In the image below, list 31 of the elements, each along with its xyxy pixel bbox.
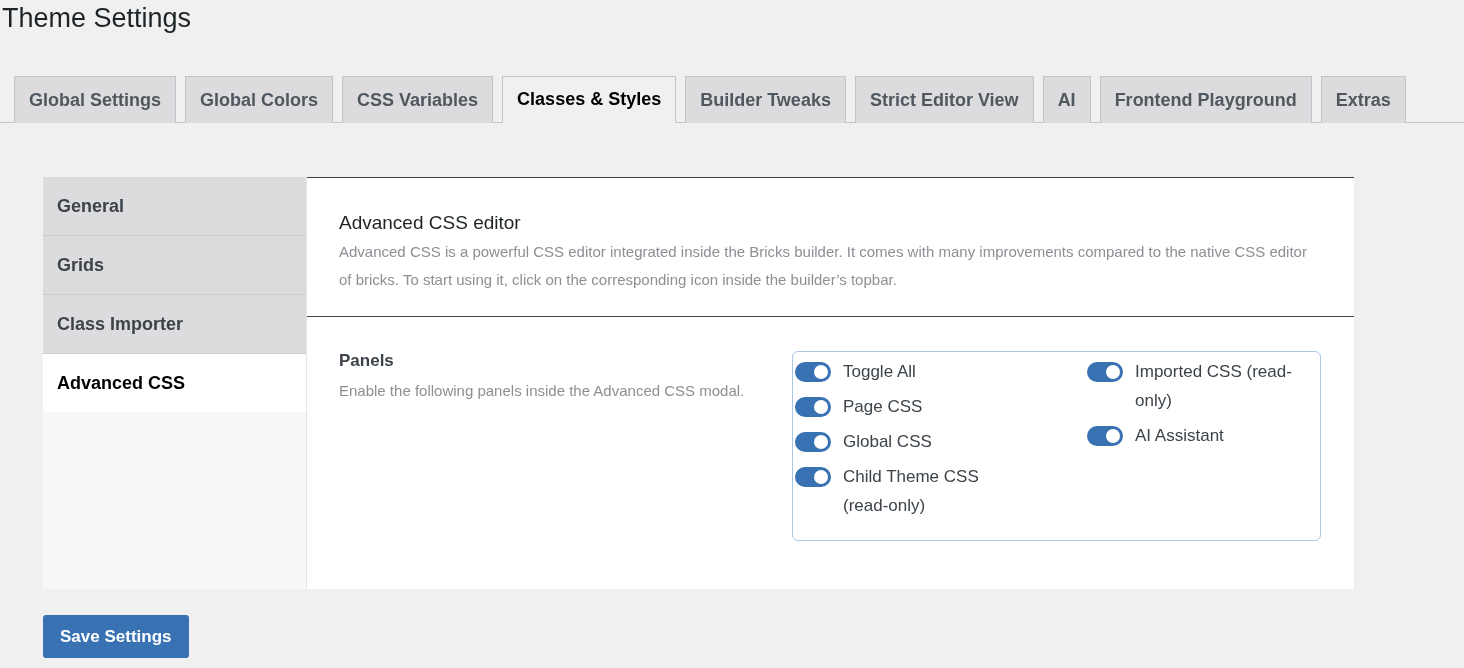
save-settings-button[interactable]: Save Settings <box>43 615 189 658</box>
sidebar-item[interactable]: General <box>43 177 306 236</box>
toggle-label: Global CSS <box>843 431 933 453</box>
sidebar-item[interactable]: Class Importer <box>43 295 306 354</box>
toggle-label: AI Assistant <box>1135 425 1225 447</box>
toggle-label: Toggle All <box>843 361 917 383</box>
panels-label: Panels <box>339 351 395 371</box>
toggle-switch[interactable] <box>1087 362 1123 382</box>
section-heading: Advanced CSS editor <box>339 212 522 234</box>
tab[interactable]: Strict Editor View <box>854 76 1034 123</box>
tab[interactable]: Global Colors <box>185 76 334 123</box>
toggle-label: Imported CSS (read-only) <box>1135 361 1293 412</box>
tab[interactable]: CSS Variables <box>342 76 494 123</box>
tab[interactable]: AI <box>1042 76 1091 123</box>
panels-description: Enable the following panels inside the Advanced CSS modal. <box>339 381 746 401</box>
section-description: Advanced CSS is a powerful CSS editor integrated inside the Bricks builder. It comes with many improvements compared to the native CSS editor of bricks. To start using it, click on the corresponding icon inside the builder’s topbar. <box>339 242 1308 290</box>
toggle-label: Page CSS <box>843 396 924 418</box>
toggle-switch[interactable] <box>795 362 831 382</box>
tab[interactable]: Extras <box>1320 76 1406 123</box>
tab[interactable]: Frontend Playground <box>1099 76 1312 123</box>
toggle-label: Child Theme CSS (read-only) <box>843 466 980 517</box>
sidebar-item[interactable]: Advanced CSS <box>43 354 306 412</box>
toggle-switch[interactable] <box>795 397 831 417</box>
sidebar-item[interactable]: Grids <box>43 236 306 295</box>
page-title: Theme Settings <box>1 2 193 34</box>
toggle-switch[interactable] <box>795 432 831 452</box>
tab[interactable]: Classes & Styles <box>502 76 677 123</box>
toggle-switch[interactable] <box>795 467 831 487</box>
tab[interactable]: Builder Tweaks <box>685 76 846 123</box>
tab[interactable]: Global Settings <box>14 76 176 123</box>
toggle-switch[interactable] <box>1087 426 1123 446</box>
